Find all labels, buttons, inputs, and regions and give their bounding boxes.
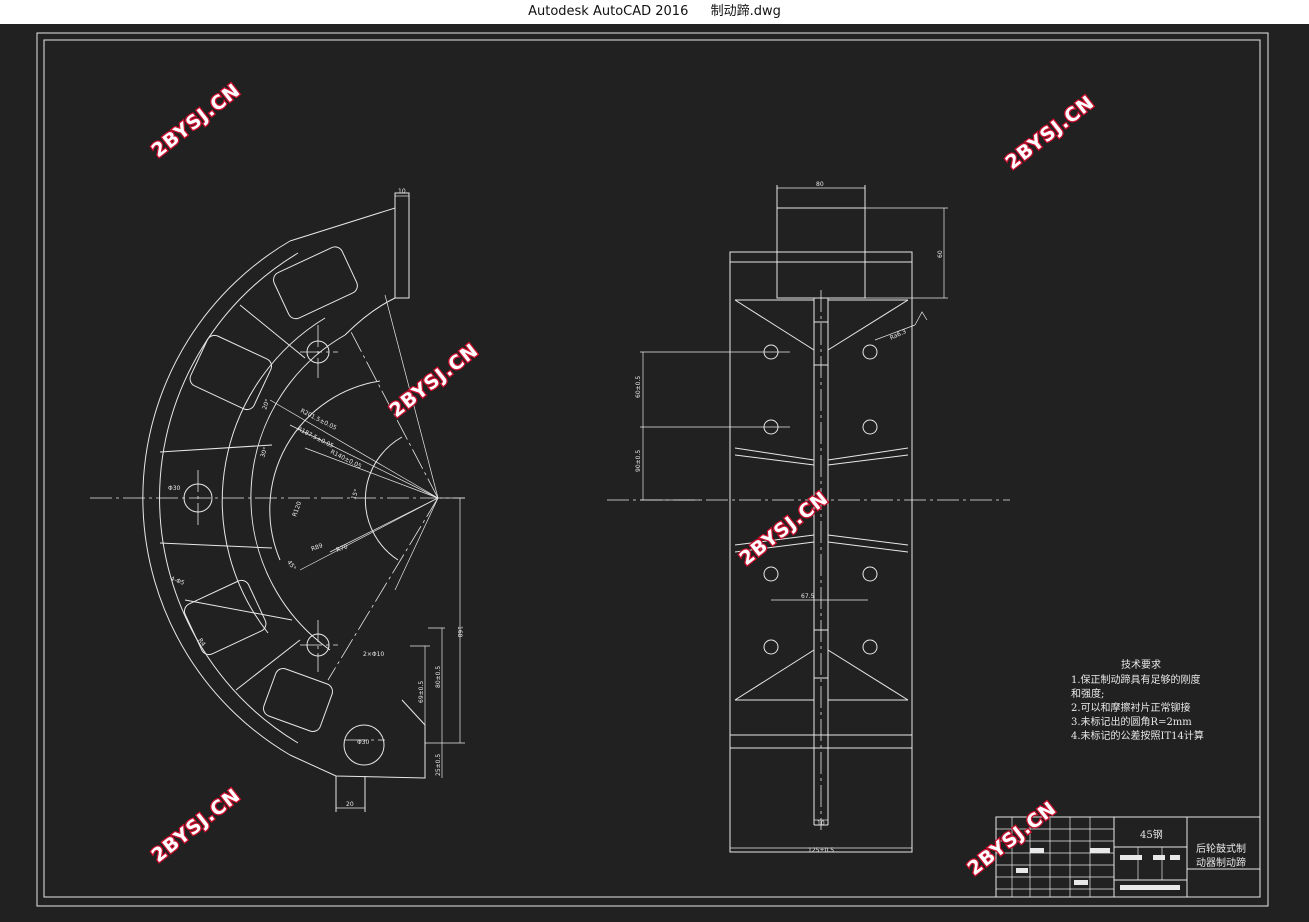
brake-shoe-front-view	[90, 192, 465, 812]
dim-top-width-right: 80	[816, 181, 824, 188]
dim-big-hole: Φ30	[357, 739, 370, 746]
dim-d4: R4	[196, 637, 206, 648]
dim-h1: 80±0.5	[435, 666, 442, 688]
tech-title: 技术要求	[1121, 658, 1161, 671]
file-name: 制动蹄.dwg	[710, 4, 781, 19]
dim-w-bottom: 20	[346, 801, 354, 808]
title-block-material: 45钢	[1140, 828, 1163, 841]
app-title: Autodesk AutoCAD 2016	[528, 4, 689, 19]
tech-item-3: 2.可以和摩擦衬片正常铆接	[1071, 701, 1191, 714]
watermark-1: 2BYSJ.CN	[148, 79, 245, 162]
tech-item-2: 和强度;	[1071, 687, 1104, 700]
window-title-bar: Autodesk AutoCAD 2016 制动蹄.dwg	[0, 0, 1309, 24]
dim-d-hole: Φ30	[168, 485, 181, 492]
title-block-name-2: 动器制动蹄	[1196, 856, 1246, 869]
dim-r2: R187.5±0.05	[296, 426, 335, 450]
dim-top-width: 10	[398, 188, 406, 195]
title-block-name-1: 后轮鼓式制	[1196, 842, 1246, 855]
dim-v1: 60±0.5	[635, 376, 642, 398]
dim-a4: 45°	[285, 559, 297, 572]
tech-item-1: 1.保正制动蹄具有足够的刚度	[1071, 673, 1201, 686]
watermarks: 2BYSJ.CN 2BYSJ.CN 2BYSJ.CN 2BYSJ.CN 2BYS…	[146, 78, 1100, 881]
dim-r5: R70	[335, 543, 349, 554]
drawing-outer-border	[36, 32, 1269, 907]
dim-h2: 69±0.5	[418, 681, 425, 703]
dim-h-total: 168	[456, 626, 463, 638]
dim-a3: 15°	[350, 488, 360, 500]
dim-total-width: 125±0.5	[808, 847, 834, 854]
dim-r4: R89	[310, 542, 324, 553]
dim-r-small: R120	[291, 500, 303, 517]
dim-d3: 4-Φ5	[169, 575, 185, 587]
dim-rib: 10	[817, 820, 825, 827]
watermark-2: 2BYSJ.CN	[1002, 91, 1099, 174]
cad-drawing: 10 R201.5±0.05 R187.5±0.05 R140±0.05 20°…	[36, 32, 1269, 907]
dim-top-height: 60	[937, 250, 944, 258]
dim-h3: 25±0.5	[435, 754, 442, 776]
technical-requirements: 技术要求 1.保正制动蹄具有足够的刚度 和强度; 2.可以和摩擦衬片正常铆接 3…	[1071, 658, 1204, 742]
dim-hole: 2×Φ10	[363, 651, 384, 658]
dim-r3: R140±0.05	[329, 449, 363, 471]
tech-item-5: 4.未标记的公差按照IT14计算	[1071, 729, 1204, 742]
drawing-inner-border	[43, 39, 1261, 898]
dim-v2: 90±0.5	[635, 450, 642, 472]
dim-roughness: Ra6.3	[889, 328, 908, 342]
dim-a1: 20°	[261, 398, 271, 410]
tech-item-4: 3.未标记出的圆角R=2mm	[1071, 715, 1192, 728]
dim-a2: 30°	[259, 446, 269, 458]
watermark-5: 2BYSJ.CN	[148, 784, 245, 867]
drawing-canvas[interactable]: 10 R201.5±0.05 R187.5±0.05 R140±0.05 20°…	[0, 24, 1309, 922]
dim-span: 67.5	[801, 593, 815, 600]
